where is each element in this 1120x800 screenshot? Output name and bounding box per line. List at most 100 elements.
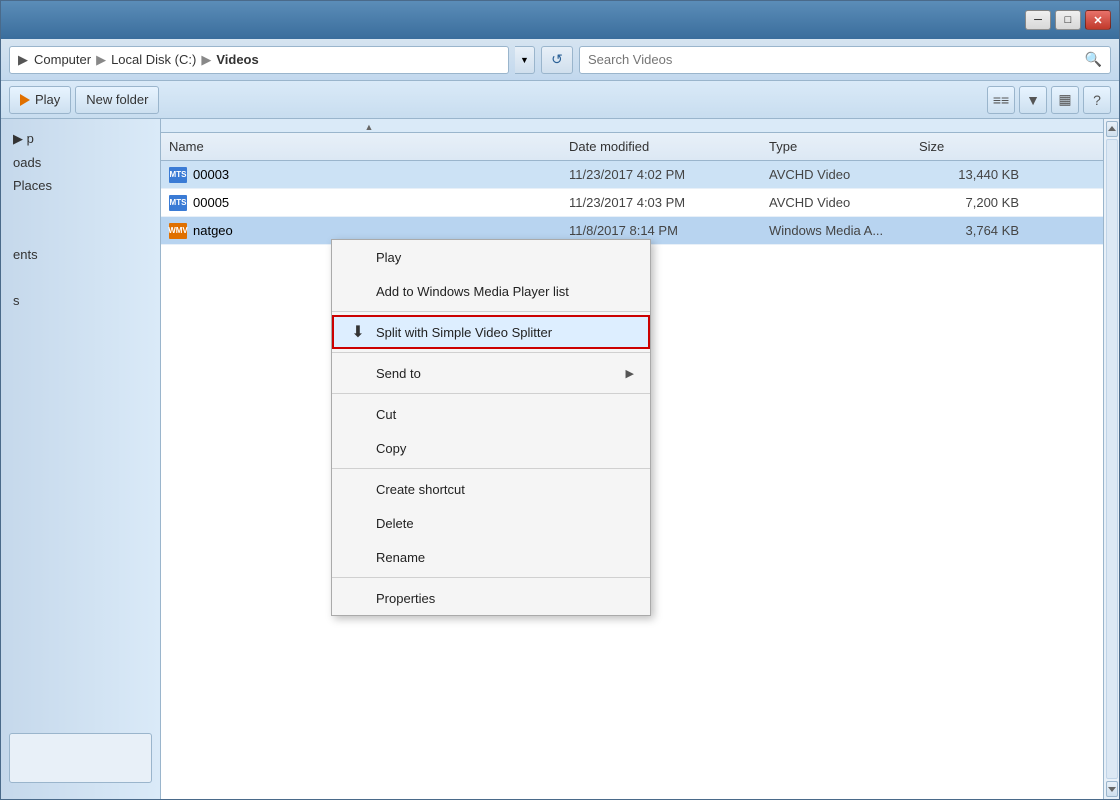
menu-item-split[interactable]: ⬇ Split with Simple Video Splitter bbox=[332, 315, 650, 349]
breadcrumb[interactable]: ▶ Computer ▶ Local Disk (C:) ▶ Videos bbox=[9, 46, 509, 74]
file-size: 13,440 KB bbox=[919, 167, 1019, 182]
sidebar-item-s[interactable]: s bbox=[1, 289, 160, 312]
sort-indicator: ▲ bbox=[169, 119, 569, 133]
toolbar: Play New folder ≡≡ ▼ ▦ ? bbox=[1, 81, 1119, 119]
cut-icon bbox=[348, 404, 368, 424]
menu-item-send-to[interactable]: Send to ▶ bbox=[332, 356, 650, 390]
menu-item-add-wmp[interactable]: Add to Windows Media Player list bbox=[332, 274, 650, 308]
file-list-header: Name Date modified Type Size bbox=[161, 133, 1103, 161]
file-type: AVCHD Video bbox=[769, 167, 919, 182]
play-menu-icon bbox=[348, 247, 368, 267]
dropdown-arrow-icon: ▼ bbox=[520, 55, 529, 65]
properties-icon bbox=[348, 588, 368, 608]
shortcut-icon bbox=[348, 479, 368, 499]
search-input[interactable] bbox=[588, 52, 1079, 67]
sidebar-item-blank1 bbox=[1, 197, 160, 220]
new-folder-button[interactable]: New folder bbox=[75, 86, 159, 114]
title-bar: ─ □ ✕ bbox=[1, 1, 1119, 39]
col-header-date[interactable]: Date modified bbox=[569, 139, 769, 154]
breadcrumb-videos-text: Videos bbox=[216, 52, 258, 67]
file-size: 3,764 KB bbox=[919, 223, 1019, 238]
scrollbar-thumb[interactable] bbox=[1106, 139, 1118, 779]
split-icon: ⬇ bbox=[348, 322, 368, 342]
menu-item-properties[interactable]: Properties bbox=[332, 581, 650, 615]
sidebar: ▶ p oads Places ents s bbox=[1, 119, 161, 799]
view-dropdown-button[interactable]: ▼ bbox=[1019, 86, 1047, 114]
refresh-icon: ↺ bbox=[551, 51, 563, 68]
file-list-container: ▲ Name Date modified Type Size MTS 00003… bbox=[161, 119, 1103, 799]
sort-indicator-row: ▲ bbox=[161, 119, 1103, 133]
menu-item-create-shortcut[interactable]: Create shortcut bbox=[332, 472, 650, 506]
view-details-button[interactable]: ≡≡ bbox=[987, 86, 1015, 114]
sidebar-item-downloads[interactable]: oads bbox=[1, 151, 160, 174]
menu-separator-4 bbox=[332, 468, 650, 469]
file-icon-wma: WMV bbox=[169, 222, 187, 240]
address-bar: ▶ Computer ▶ Local Disk (C:) ▶ Videos ▼ … bbox=[1, 39, 1119, 81]
breadcrumb-sep2: ▶ bbox=[201, 52, 211, 68]
add-wmp-icon bbox=[348, 281, 368, 301]
menu-item-delete[interactable]: Delete bbox=[332, 506, 650, 540]
table-row[interactable]: MTS 00003 11/23/2017 4:02 PM AVCHD Video… bbox=[161, 161, 1103, 189]
delete-icon bbox=[348, 513, 368, 533]
col-header-name[interactable]: Name bbox=[169, 139, 569, 154]
menu-play-label: Play bbox=[376, 250, 634, 265]
menu-add-wmp-label: Add to Windows Media Player list bbox=[376, 284, 634, 299]
send-to-icon bbox=[348, 363, 368, 383]
col-header-size[interactable]: Size bbox=[919, 139, 1019, 154]
menu-item-rename[interactable]: Rename bbox=[332, 540, 650, 574]
menu-copy-label: Copy bbox=[376, 441, 634, 456]
menu-separator-1 bbox=[332, 311, 650, 312]
menu-separator-2 bbox=[332, 352, 650, 353]
minimize-button[interactable]: ─ bbox=[1025, 10, 1051, 30]
sidebar-box bbox=[9, 733, 152, 783]
sidebar-item-p[interactable]: ▶ p bbox=[1, 127, 160, 151]
file-type: AVCHD Video bbox=[769, 195, 919, 210]
view-buttons: ≡≡ ▼ ▦ ? bbox=[987, 86, 1111, 114]
copy-icon bbox=[348, 438, 368, 458]
file-icon-avchd: MTS bbox=[169, 194, 187, 212]
breadcrumb-localdisk-text: Local Disk (C:) bbox=[111, 52, 196, 67]
file-type: Windows Media A... bbox=[769, 223, 919, 238]
view-preview-button[interactable]: ▦ bbox=[1051, 86, 1079, 114]
menu-rename-label: Rename bbox=[376, 550, 634, 565]
refresh-button[interactable]: ↺ bbox=[541, 46, 573, 74]
menu-cut-label: Cut bbox=[376, 407, 634, 422]
file-name: natgeo bbox=[193, 223, 569, 238]
menu-item-cut[interactable]: Cut bbox=[332, 397, 650, 431]
play-button[interactable]: Play bbox=[9, 86, 71, 114]
search-icon[interactable]: 🔍 bbox=[1085, 51, 1102, 68]
help-button[interactable]: ? bbox=[1083, 86, 1111, 114]
menu-separator-5 bbox=[332, 577, 650, 578]
breadcrumb-sep1: ▶ bbox=[96, 52, 106, 68]
col-header-type[interactable]: Type bbox=[769, 139, 919, 154]
scrollbar-down-button[interactable] bbox=[1106, 781, 1118, 797]
file-size: 7,200 KB bbox=[919, 195, 1019, 210]
maximize-button[interactable]: □ bbox=[1055, 10, 1081, 30]
close-button[interactable]: ✕ bbox=[1085, 10, 1111, 30]
main-area: ▶ p oads Places ents s ▲ Name D bbox=[1, 119, 1119, 799]
play-icon bbox=[20, 94, 30, 106]
context-menu: Play Add to Windows Media Player list ⬇ … bbox=[331, 239, 651, 616]
new-folder-label: New folder bbox=[86, 92, 148, 107]
breadcrumb-arrow: ▶ bbox=[18, 52, 28, 68]
window: ─ □ ✕ ▶ Computer ▶ Local Disk (C:) ▶ Vid… bbox=[0, 0, 1120, 800]
menu-delete-label: Delete bbox=[376, 516, 634, 531]
menu-item-play[interactable]: Play bbox=[332, 240, 650, 274]
sidebar-item-places[interactable]: Places bbox=[1, 174, 160, 197]
sidebar-item-blank2 bbox=[1, 220, 160, 243]
scrollbar-up-button[interactable] bbox=[1106, 121, 1118, 137]
submenu-arrow-icon: ▶ bbox=[626, 367, 634, 380]
sidebar-item-documents[interactable]: ents bbox=[1, 243, 160, 266]
sidebar-item-blank3 bbox=[1, 266, 160, 289]
breadcrumb-dropdown[interactable]: ▼ bbox=[515, 46, 535, 74]
menu-item-copy[interactable]: Copy bbox=[332, 431, 650, 465]
scrollbar-track[interactable] bbox=[1103, 119, 1119, 799]
table-row[interactable]: MTS 00005 11/23/2017 4:03 PM AVCHD Video… bbox=[161, 189, 1103, 217]
menu-send-to-label: Send to bbox=[376, 366, 618, 381]
menu-split-label: Split with Simple Video Splitter bbox=[376, 325, 634, 340]
play-label: Play bbox=[35, 92, 60, 107]
menu-shortcut-label: Create shortcut bbox=[376, 482, 634, 497]
menu-properties-label: Properties bbox=[376, 591, 634, 606]
file-date: 11/8/2017 8:14 PM bbox=[569, 223, 769, 238]
file-date: 11/23/2017 4:02 PM bbox=[569, 167, 769, 182]
